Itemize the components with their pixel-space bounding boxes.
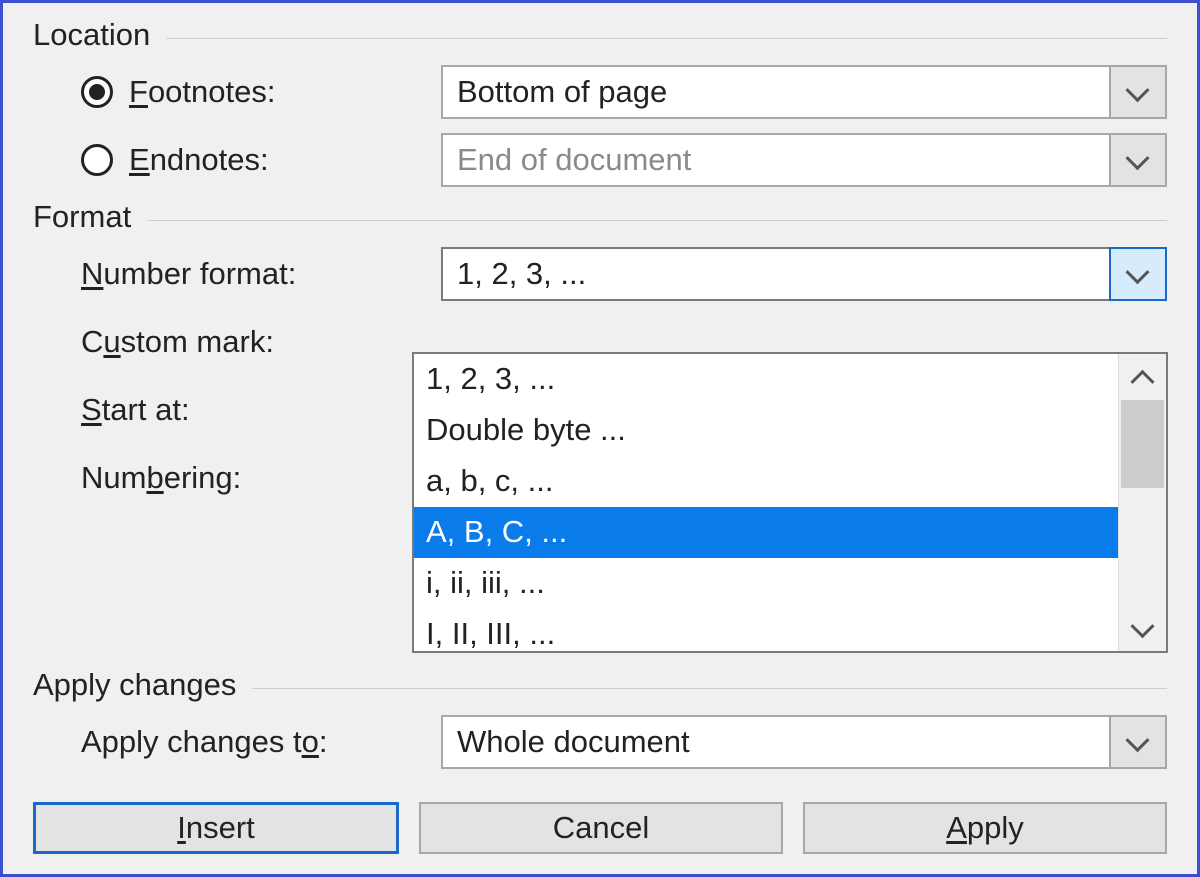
insert-button[interactable]: Insert <box>33 802 399 854</box>
section-apply-label: Apply changes <box>33 667 248 703</box>
custom-mark-label: Custom mark: <box>81 324 441 360</box>
numbering-label: Numbering: <box>81 460 441 496</box>
endnotes-row: Endnotes: End of document <box>33 129 1167 191</box>
footnotes-radio-label[interactable]: Footnotes: <box>81 74 441 110</box>
dropdown-scrollbar[interactable] <box>1118 354 1166 651</box>
cancel-button[interactable]: Cancel <box>419 802 783 854</box>
endnotes-radio-label[interactable]: Endnotes: <box>81 142 441 178</box>
scroll-track[interactable] <box>1119 400 1166 605</box>
number-format-value: 1, 2, 3, ... <box>443 249 1111 299</box>
section-location-label: Location <box>33 17 162 53</box>
chevron-down-icon <box>1129 268 1147 280</box>
number-format-option[interactable]: A, B, C, ... <box>414 507 1118 558</box>
footnotes-radio[interactable] <box>81 76 113 108</box>
scroll-thumb[interactable] <box>1121 400 1164 488</box>
endnotes-location-dropdown-button <box>1109 135 1165 185</box>
section-apply-changes: Apply changes Apply changes to: Whole do… <box>33 663 1167 779</box>
apply-changes-row: Apply changes to: Whole document <box>33 711 1167 773</box>
number-format-row: Number format: 1, 2, 3, ... <box>33 243 1167 305</box>
endnotes-radio[interactable] <box>81 144 113 176</box>
footnote-endnote-dialog: Location Footnotes: Bottom of page Endno… <box>0 0 1200 877</box>
footnotes-row: Footnotes: Bottom of page <box>33 61 1167 123</box>
number-format-option[interactable]: i, ii, iii, ... <box>414 558 1118 609</box>
number-format-dropdown-button[interactable] <box>1109 247 1167 301</box>
footnotes-location-dropdown-button[interactable] <box>1109 67 1165 117</box>
scroll-up-button[interactable] <box>1119 354 1166 400</box>
number-format-label: Number format: <box>81 256 441 292</box>
endnotes-location-value: End of document <box>443 135 1109 185</box>
scroll-down-button[interactable] <box>1119 605 1166 651</box>
footnotes-location-combo[interactable]: Bottom of page <box>441 65 1167 119</box>
dialog-buttons: Insert Cancel Apply <box>33 802 1167 854</box>
chevron-down-icon <box>1134 622 1152 634</box>
chevron-up-icon <box>1134 369 1151 386</box>
section-apply-head: Apply changes <box>33 665 1167 705</box>
footnotes-location-value: Bottom of page <box>443 67 1109 117</box>
section-location: Location <box>33 15 1167 55</box>
apply-button[interactable]: Apply <box>803 802 1167 854</box>
number-format-dropdown-list[interactable]: 1, 2, 3, ...Double byte ...a, b, c, ...A… <box>412 352 1168 653</box>
chevron-down-icon <box>1129 86 1147 98</box>
apply-changes-value: Whole document <box>443 717 1109 767</box>
number-format-option[interactable]: Double byte ... <box>414 405 1118 456</box>
chevron-down-icon <box>1129 154 1147 166</box>
section-format-label: Format <box>33 199 143 235</box>
number-format-option[interactable]: I, II, III, ... <box>414 609 1118 651</box>
chevron-down-icon <box>1129 736 1147 748</box>
endnotes-location-combo: End of document <box>441 133 1167 187</box>
apply-changes-dropdown-button[interactable] <box>1109 717 1165 767</box>
number-format-option[interactable]: 1, 2, 3, ... <box>414 354 1118 405</box>
number-format-combo[interactable]: 1, 2, 3, ... <box>441 247 1167 301</box>
apply-changes-label: Apply changes to: <box>81 724 441 760</box>
section-format: Format <box>33 197 1167 237</box>
start-at-label: Start at: <box>81 392 441 428</box>
number-format-option[interactable]: a, b, c, ... <box>414 456 1118 507</box>
apply-changes-combo[interactable]: Whole document <box>441 715 1167 769</box>
